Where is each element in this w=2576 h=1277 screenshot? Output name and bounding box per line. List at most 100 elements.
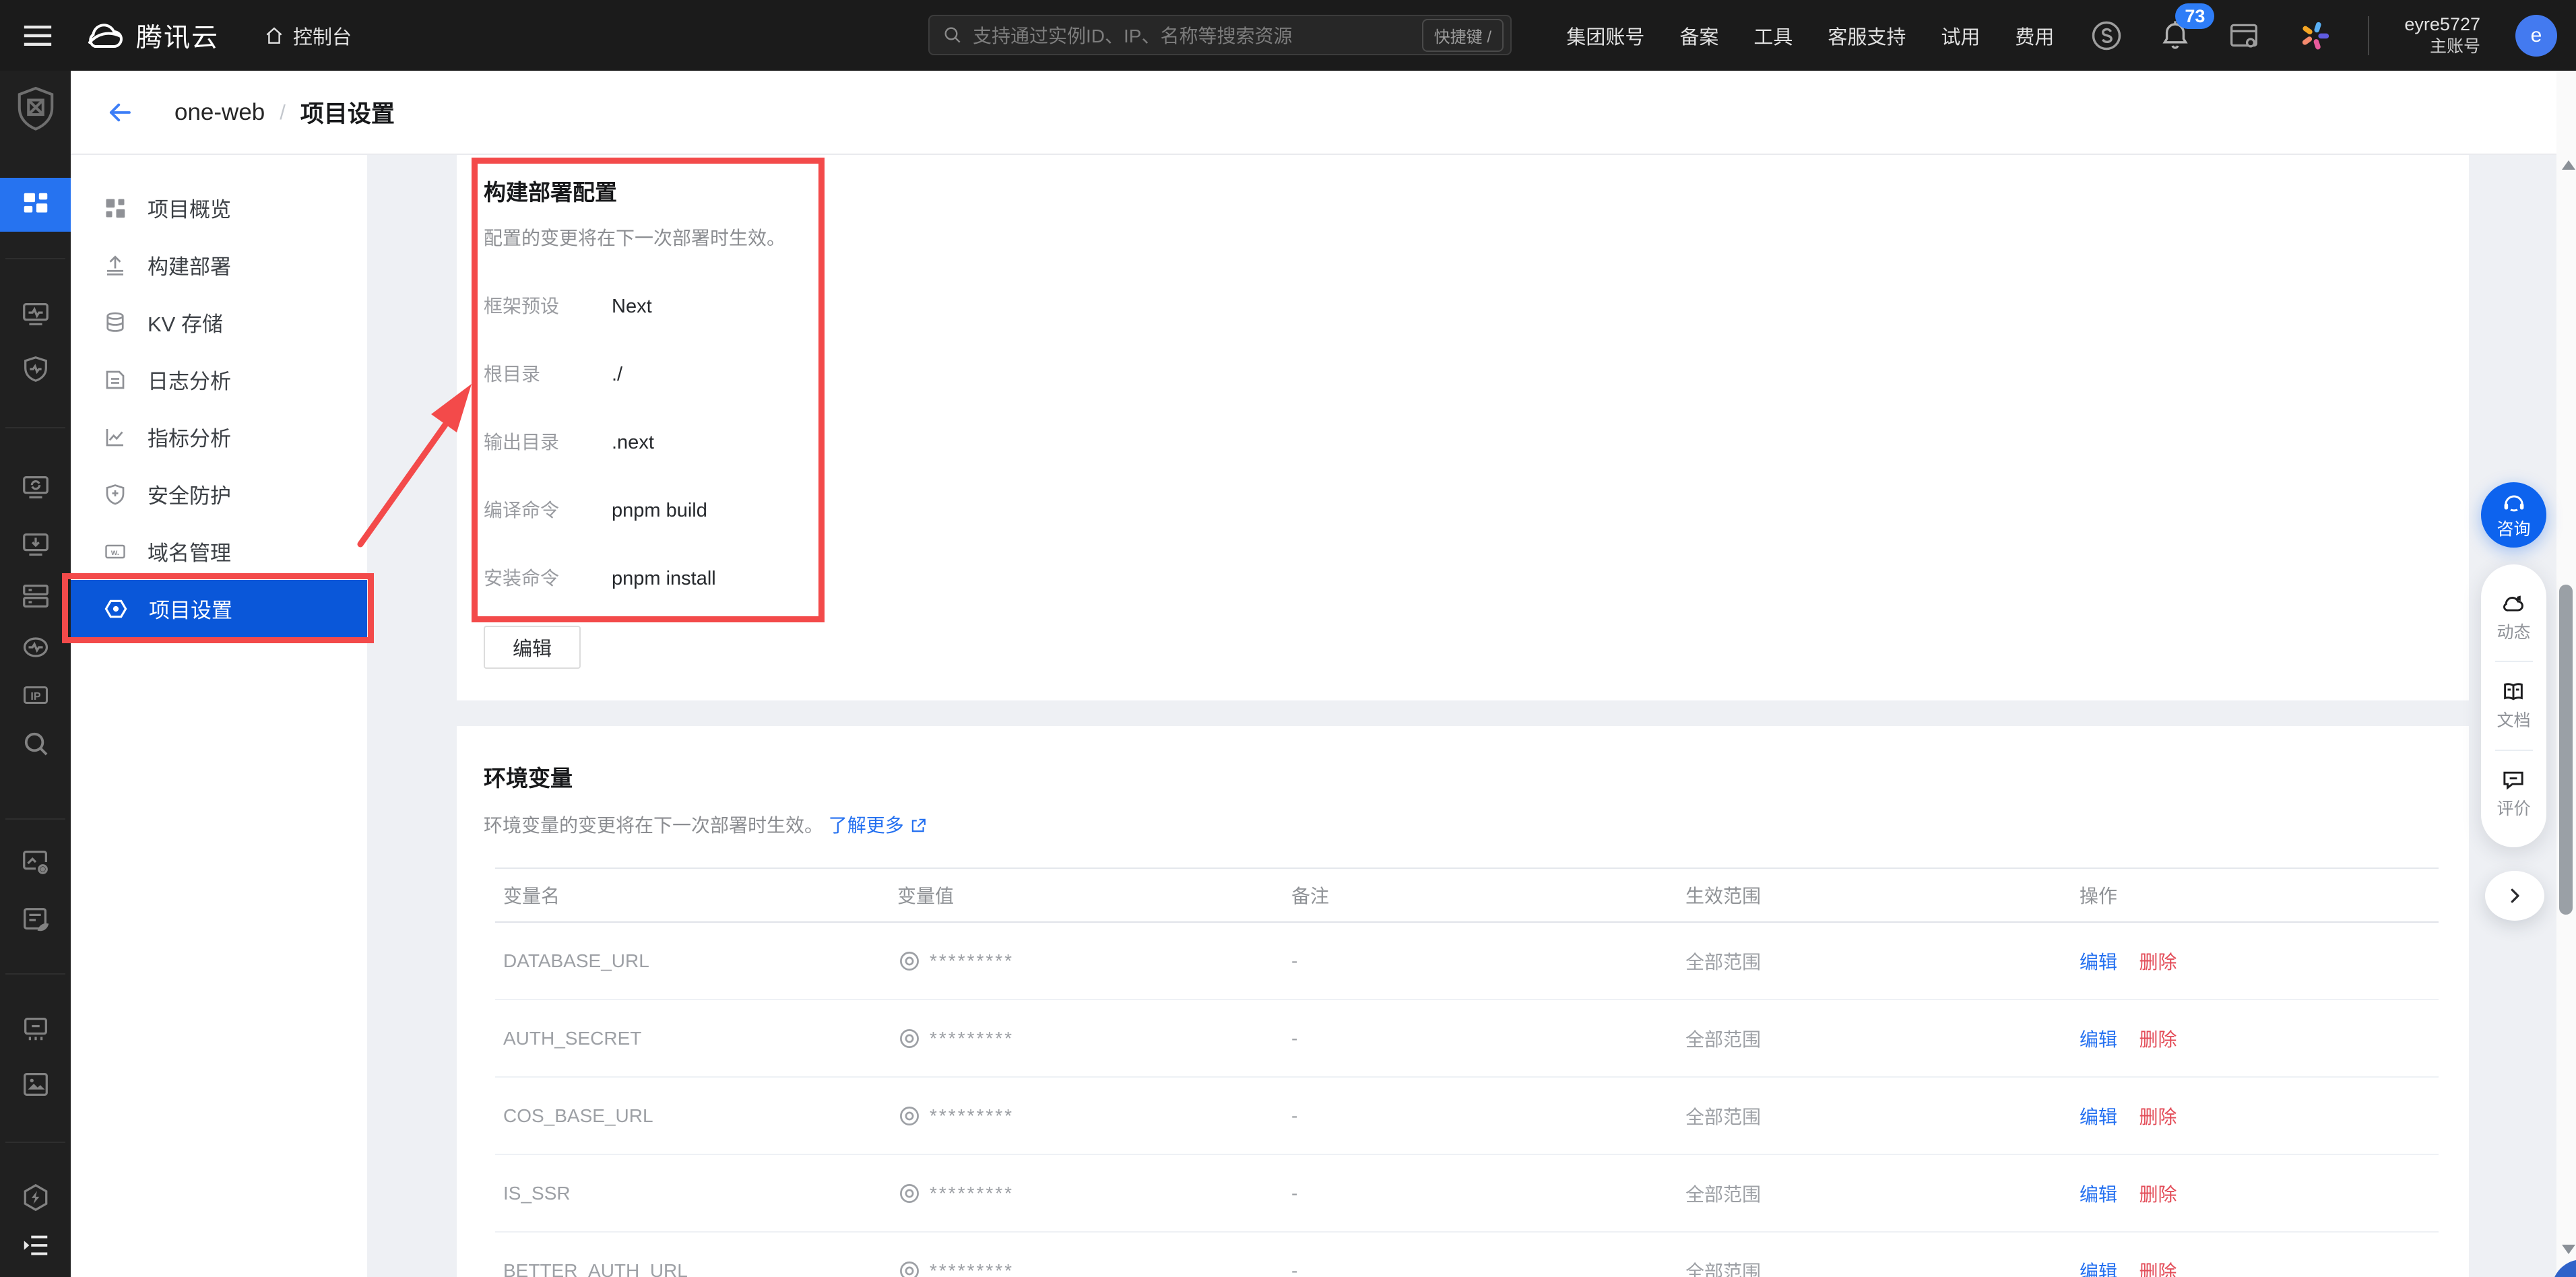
edit-env-var-button[interactable]: 编辑 — [2080, 952, 2117, 973]
page-scrollbar-thumb[interactable] — [2559, 585, 2573, 915]
delete-env-var-button[interactable]: 删除 — [2139, 1262, 2177, 1277]
cloud-news-icon — [2501, 592, 2526, 615]
search-icon — [942, 24, 963, 46]
chat-bubble-icon — [2501, 768, 2526, 791]
env-var-note: - — [1283, 1260, 1677, 1277]
field-build-command: 编译命令 pnpm build — [484, 498, 707, 523]
service-rail: IP — [0, 71, 71, 1277]
nav-item-tools[interactable]: 工具 — [1753, 22, 1793, 50]
env-var-value: ********* — [889, 1104, 1283, 1128]
sidebar-item-log-analysis[interactable]: 日志分析 — [71, 351, 367, 408]
chevron-right-icon — [2505, 886, 2525, 906]
rail-edge-function-icon[interactable] — [0, 1182, 71, 1213]
field-framework-preset: 框架预设 Next — [484, 294, 652, 319]
env-var-name: IS_SSR — [495, 1183, 889, 1204]
edit-build-config-button[interactable]: 编辑 — [484, 626, 581, 669]
consult-button[interactable]: 咨询 — [2481, 482, 2546, 548]
top-navbar: 腾讯云 控制台 支持通过实例ID、IP、名称等搜索资源 快捷键 / 集团账号 备… — [0, 0, 2576, 71]
rail-search-icon[interactable] — [0, 728, 71, 759]
env-var-note: - — [1283, 1183, 1677, 1204]
nav-item-support[interactable]: 客服支持 — [1828, 22, 1906, 50]
env-var-row: BETTER_AUTH_URL ********* - 全部范围 编辑 删除 — [495, 1233, 2439, 1277]
nav-item-group-account[interactable]: 集团账号 — [1566, 22, 1644, 50]
scroll-down-arrow[interactable] — [2562, 1245, 2575, 1254]
news-shortcut[interactable]: 动态 — [2497, 592, 2530, 643]
nav-item-billing[interactable]: 费用 — [2015, 22, 2054, 50]
rail-site-monitor-icon[interactable] — [0, 299, 71, 330]
edit-env-var-button[interactable]: 编辑 — [2080, 1029, 2117, 1050]
nav-divider — [2368, 16, 2369, 55]
sidebar-item-metrics[interactable]: 指标分析 — [71, 408, 367, 465]
sidebar-item-build-deploy[interactable]: 构建部署 — [71, 236, 367, 294]
edgeone-shield-logo-icon[interactable] — [0, 86, 71, 133]
view-value-icon[interactable] — [897, 1026, 922, 1051]
rail-collapse-menu-icon[interactable] — [0, 1230, 71, 1261]
env-var-scope: 全部范围 — [1677, 948, 2071, 975]
console-settings-icon[interactable] — [2226, 19, 2261, 53]
rail-security-shield-icon[interactable] — [0, 354, 71, 385]
delete-env-var-button[interactable]: 删除 — [2139, 1029, 2177, 1050]
user-info[interactable]: eyre5727 主账号 — [2404, 13, 2480, 57]
external-link-icon — [909, 817, 927, 834]
sidebar-item-project-settings[interactable]: 项目设置 — [71, 580, 367, 637]
rail-download-monitor-icon[interactable] — [0, 529, 71, 560]
delete-env-var-button[interactable]: 删除 — [2139, 952, 2177, 973]
rail-image-icon[interactable] — [0, 1069, 71, 1100]
build-config-title: 构建部署配置 — [484, 179, 617, 206]
search-placeholder: 支持通过实例ID、IP、名称等搜索资源 — [973, 22, 1422, 48]
pill-divider — [2495, 661, 2533, 662]
page-title: 项目设置 — [300, 95, 395, 129]
view-value-icon[interactable] — [897, 1181, 922, 1206]
edit-env-var-button[interactable]: 编辑 — [2080, 1262, 2117, 1277]
masked-value: ********* — [930, 1028, 1014, 1049]
upload-icon — [103, 253, 127, 277]
hamburger-menu-icon[interactable] — [23, 24, 53, 47]
back-arrow-icon[interactable] — [106, 98, 134, 127]
env-var-row: IS_SSR ********* - 全部范围 编辑 删除 — [495, 1155, 2439, 1233]
sidebar-item-security[interactable]: 安全防护 — [71, 465, 367, 523]
rail-media-settings-icon[interactable] — [0, 847, 71, 878]
col-header-actions: 操作 — [2071, 882, 2439, 909]
nav-item-trial[interactable]: 试用 — [1941, 22, 1980, 50]
view-value-icon[interactable] — [897, 1259, 922, 1277]
collapse-float-panel-button[interactable] — [2485, 871, 2544, 921]
consult-label: 咨询 — [2497, 516, 2530, 540]
field-install-command: 安装命令 pnpm install — [484, 566, 716, 591]
rail-doc-edit-icon[interactable] — [0, 905, 71, 936]
rail-dashboard-active[interactable] — [0, 178, 71, 232]
rail-pages-server-icon[interactable] — [0, 581, 71, 612]
breadcrumb-project[interactable]: one-web — [174, 99, 265, 126]
document-icon — [103, 368, 127, 392]
rail-refresh-monitor-icon[interactable] — [0, 472, 71, 503]
ticket-icon[interactable] — [2089, 18, 2124, 53]
notification-count-badge[interactable]: 73 — [2175, 3, 2214, 29]
col-header-name: 变量名 — [495, 882, 889, 909]
env-var-value: ********* — [889, 1026, 1283, 1051]
sidebar-item-kv-storage[interactable]: KV 存储 — [71, 294, 367, 351]
rail-network-globe-icon[interactable] — [0, 632, 71, 663]
view-value-icon[interactable] — [897, 949, 922, 973]
view-value-icon[interactable] — [897, 1104, 922, 1128]
docs-shortcut[interactable]: 文档 — [2497, 680, 2530, 731]
env-var-scope: 全部范围 — [1677, 1180, 2071, 1207]
env-vars-card: 环境变量 环境变量的变更将在下一次部署时生效。 了解更多 变量名 变量值 备注 … — [457, 726, 2469, 1277]
env-var-scope: 全部范围 — [1677, 1257, 2071, 1277]
rail-terminal-icon[interactable] — [0, 1013, 71, 1044]
learn-more-link[interactable]: 了解更多 — [829, 812, 927, 839]
sidebar-item-overview[interactable]: 项目概览 — [71, 179, 367, 236]
delete-env-var-button[interactable]: 删除 — [2139, 1107, 2177, 1127]
scroll-up-arrow[interactable] — [2562, 160, 2575, 170]
notifications-bell[interactable]: 73 — [2159, 18, 2191, 53]
edit-env-var-button[interactable]: 编辑 — [2080, 1107, 2117, 1127]
global-search-input[interactable]: 支持通过实例ID、IP、名称等搜索资源 快捷键 / — [928, 15, 1512, 55]
sidebar-item-domains[interactable]: w. 域名管理 — [71, 523, 367, 580]
feedback-shortcut[interactable]: 评价 — [2497, 768, 2530, 820]
copilot-pinwheel-icon[interactable] — [2296, 18, 2333, 54]
tencent-cloud-logo[interactable]: 腾讯云 — [84, 17, 219, 55]
delete-env-var-button[interactable]: 删除 — [2139, 1184, 2177, 1205]
edit-env-var-button[interactable]: 编辑 — [2080, 1184, 2117, 1205]
console-link[interactable]: 控制台 — [263, 22, 352, 50]
avatar[interactable]: e — [2515, 15, 2557, 57]
nav-item-icp[interactable]: 备案 — [1679, 22, 1718, 50]
rail-ip-icon[interactable]: IP — [0, 680, 71, 711]
